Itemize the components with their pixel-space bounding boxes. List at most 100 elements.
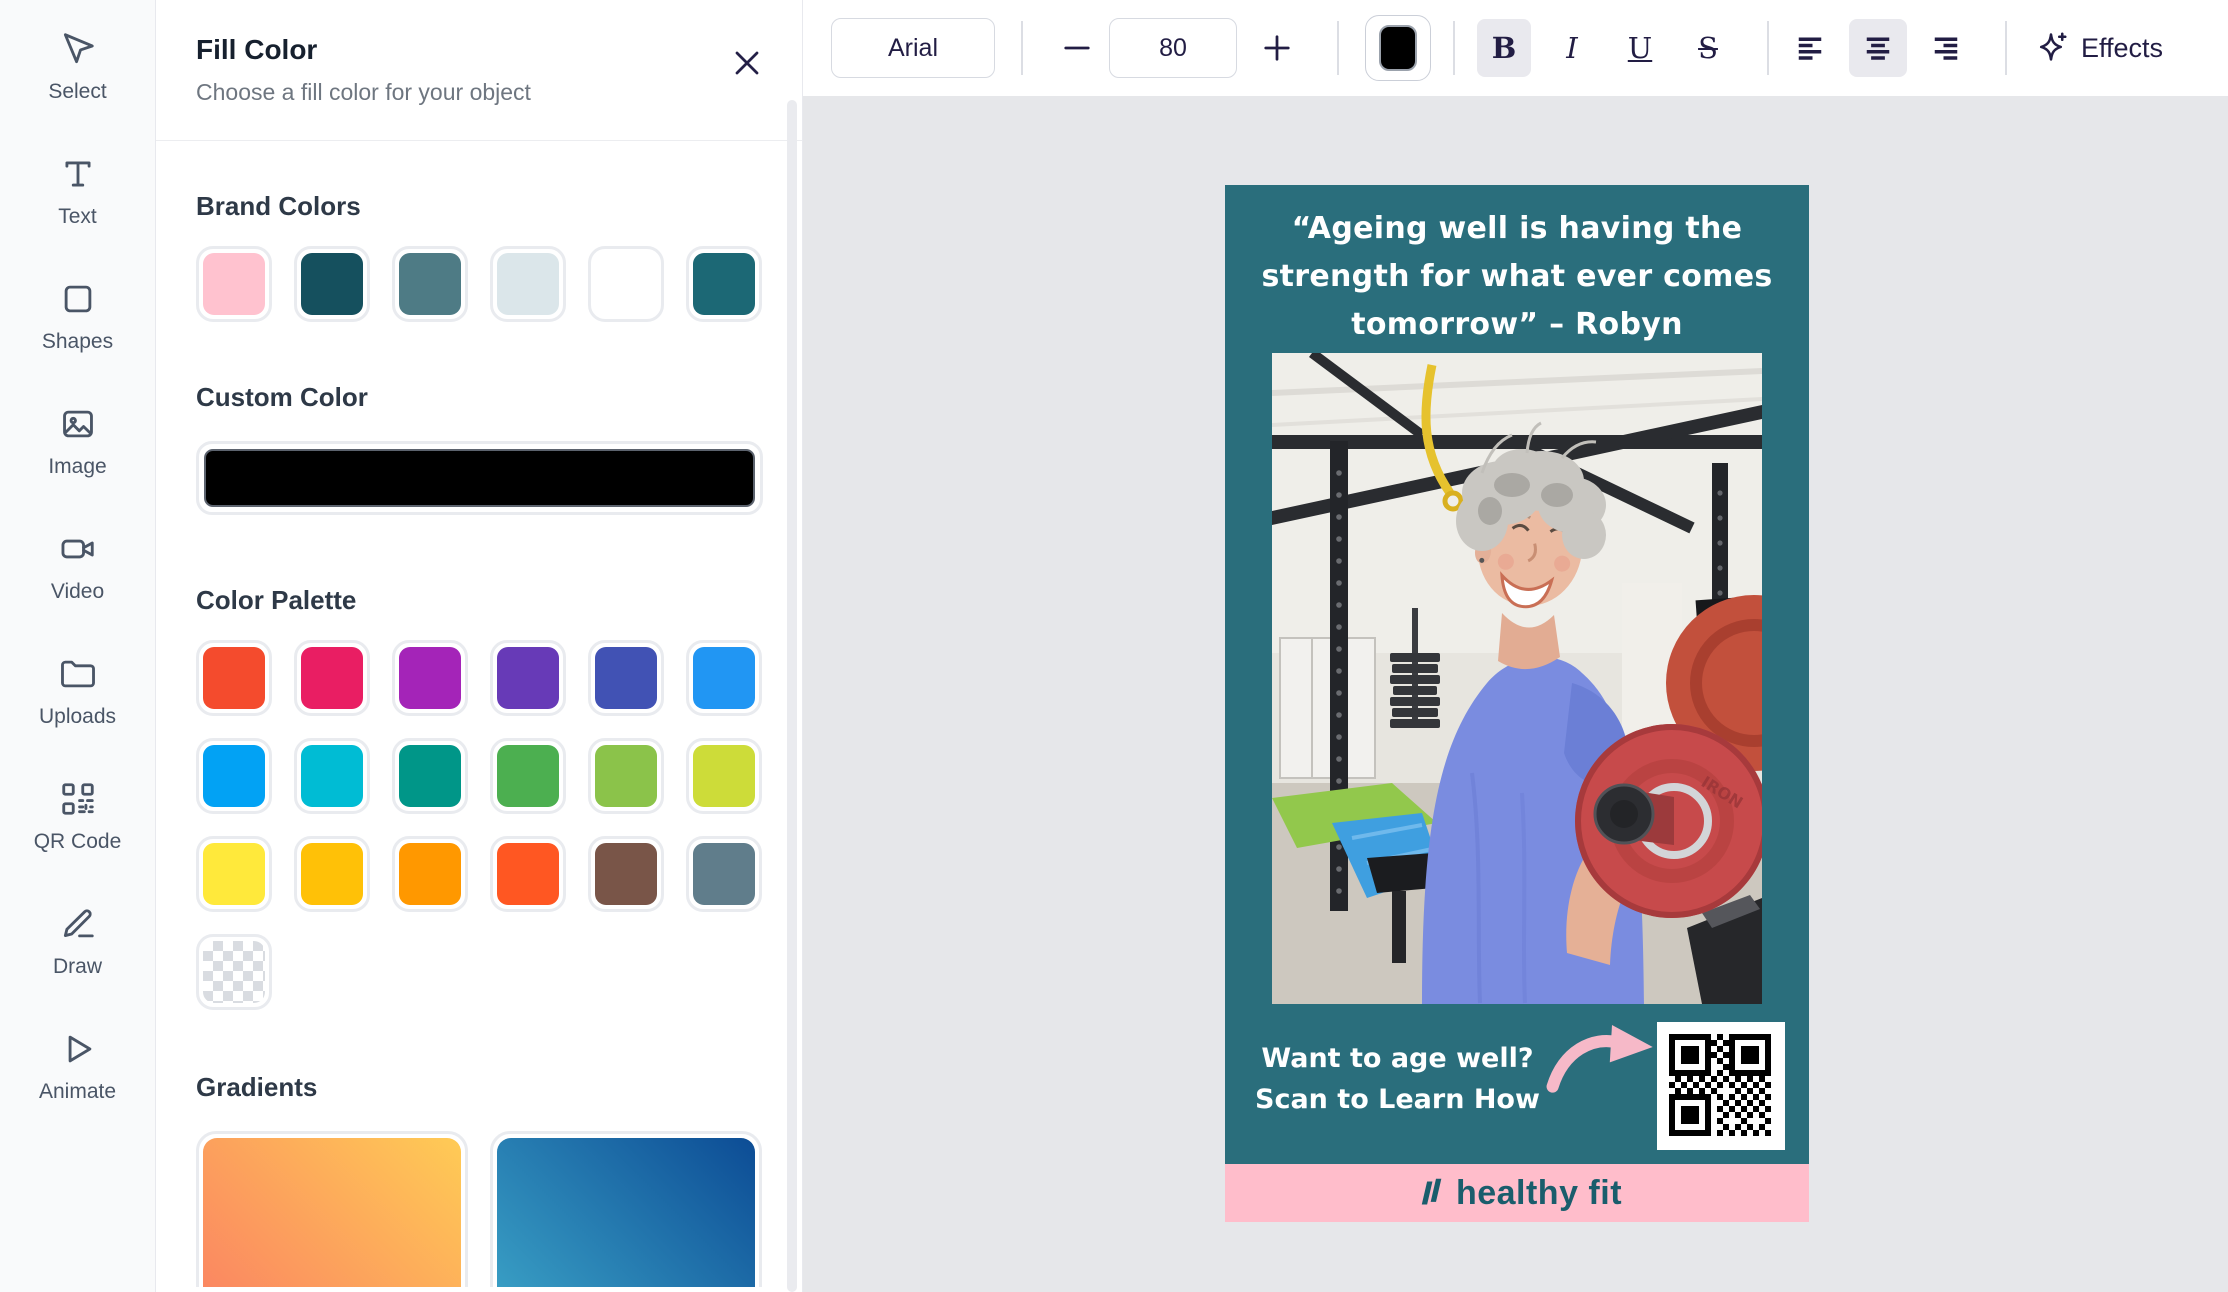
brand-color-swatch[interactable] (294, 246, 370, 322)
swatch-fill (497, 647, 559, 709)
swatch-fill (203, 647, 265, 709)
palette-color-swatch[interactable] (686, 640, 762, 716)
brand-color-swatch[interactable] (588, 246, 664, 322)
palette-color-swatch[interactable] (392, 738, 468, 814)
sidebar-item-image[interactable]: Image (3, 405, 153, 480)
brand-color-swatch[interactable] (686, 246, 762, 322)
palette-color-swatch[interactable] (196, 836, 272, 912)
panel-header: Fill Color Choose a fill color for your … (156, 0, 802, 141)
palette-color-swatch[interactable] (294, 738, 370, 814)
qr-code[interactable] (1657, 1022, 1785, 1150)
increase-font-size-button[interactable] (1259, 25, 1295, 71)
color-palette-grid (196, 640, 762, 912)
palette-color-swatch[interactable] (196, 738, 272, 814)
brand-color-swatch[interactable] (392, 246, 468, 322)
fill-color-panel: Fill Color Choose a fill color for your … (156, 0, 803, 1292)
palette-color-swatch[interactable] (588, 738, 664, 814)
quote-line: “Ageing well is having the (1243, 205, 1791, 253)
swatch-fill (497, 253, 559, 315)
swatch-fill (301, 745, 363, 807)
palette-color-swatch[interactable] (392, 640, 468, 716)
sidebar-item-draw[interactable]: Draw (3, 905, 153, 980)
gradient-swatch[interactable] (490, 1131, 762, 1287)
swatch-fill (203, 253, 265, 315)
align-center-button[interactable] (1849, 19, 1907, 77)
image-icon (59, 405, 97, 443)
swatch-fill (399, 745, 461, 807)
gradient-swatch[interactable] (196, 1131, 468, 1287)
sidebar-item-label: Animate (23, 1078, 133, 1105)
panel-subtitle: Choose a fill color for your object (196, 79, 762, 106)
quote-text[interactable]: “Ageing well is having the strength for … (1243, 185, 1791, 349)
decrease-font-size-button[interactable] (1059, 25, 1095, 71)
effects-button[interactable]: Effects (2033, 30, 2163, 66)
font-family-select[interactable]: Arial (831, 18, 995, 78)
swatch-fill (693, 647, 755, 709)
palette-color-swatch[interactable] (490, 738, 566, 814)
palette-color-swatch[interactable] (686, 836, 762, 912)
swatch-fill (497, 745, 559, 807)
gym-photo[interactable]: LOVE XERCIS GY (1272, 353, 1762, 1004)
sidebar-item-qr-code[interactable]: QR Code (3, 780, 153, 855)
bold-button[interactable]: B (1477, 19, 1531, 77)
brand-color-swatch[interactable] (490, 246, 566, 322)
cta-text[interactable]: Want to age well? Scan to Learn How (1255, 1038, 1540, 1120)
sidebar-item-label: Select (23, 78, 133, 105)
poster-artboard[interactable]: “Ageing well is having the strength for … (1225, 185, 1809, 1222)
align-right-button[interactable] (1917, 19, 1975, 77)
palette-color-swatch[interactable] (490, 640, 566, 716)
palette-color-swatch[interactable] (686, 738, 762, 814)
arrow-swoosh (1553, 1041, 1619, 1086)
palette-color-swatch[interactable] (294, 836, 370, 912)
font-size-input[interactable] (1109, 18, 1237, 78)
brand-color-swatch[interactable] (196, 246, 272, 322)
palette-color-swatch[interactable] (392, 836, 468, 912)
arrow-head (1610, 1025, 1653, 1062)
palette-color-swatch[interactable] (588, 836, 664, 912)
palette-color-swatch[interactable] (588, 640, 664, 716)
sidebar-item-label: Text (23, 203, 133, 230)
custom-color-fill (204, 449, 755, 507)
swatch-fill (399, 647, 461, 709)
panel-title: Fill Color (196, 34, 762, 66)
swatch-fill (595, 843, 657, 905)
design-canvas[interactable]: “Ageing well is having the strength for … (803, 96, 2228, 1292)
sidebar-item-text[interactable]: Text (3, 155, 153, 230)
panel-scrollbar[interactable] (787, 100, 797, 1292)
strikethrough-button[interactable]: S (1681, 19, 1735, 77)
color-palette-heading: Color Palette (196, 585, 762, 616)
swatch-fill (595, 253, 657, 315)
qr-code-image (1659, 1024, 1783, 1148)
sidebar-item-animate[interactable]: Animate (3, 1030, 153, 1105)
text-color-button[interactable] (1365, 15, 1431, 81)
design-editor: Select Text Shapes Image Video Uploads Q… (0, 0, 2228, 1292)
divider (1767, 21, 1769, 75)
align-left-button[interactable] (1781, 19, 1839, 77)
poster-footer[interactable]: healthy fit (1225, 1164, 1809, 1222)
sidebar-item-label: Uploads (23, 703, 133, 730)
transparent-swatch[interactable] (196, 934, 272, 1010)
sidebar-item-label: Video (23, 578, 133, 605)
gradient-fill (203, 1138, 461, 1287)
close-button[interactable] (732, 48, 762, 78)
swatch-fill (693, 843, 755, 905)
sidebar-item-video[interactable]: Video (3, 530, 153, 605)
sparkle-icon (2033, 30, 2069, 66)
underline-button[interactable]: U (1613, 19, 1667, 77)
gradient-fill (497, 1138, 755, 1287)
sidebar-item-shapes[interactable]: Shapes (3, 280, 153, 355)
sidebar-item-select[interactable]: Select (3, 30, 153, 105)
swatch-fill (693, 745, 755, 807)
palette-color-swatch[interactable] (196, 640, 272, 716)
palette-color-swatch[interactable] (294, 640, 370, 716)
pencil-icon (59, 905, 97, 943)
align-center-icon (1863, 33, 1893, 63)
close-icon (732, 48, 762, 78)
sidebar-item-uploads[interactable]: Uploads (3, 655, 153, 730)
palette-color-swatch[interactable] (490, 836, 566, 912)
healthy-fit-logo-icon (1412, 1177, 1444, 1209)
italic-button[interactable]: I (1545, 19, 1599, 77)
custom-color-swatch[interactable] (196, 441, 763, 515)
arrow-icon[interactable] (1546, 1022, 1656, 1094)
swatch-fill (301, 253, 363, 315)
